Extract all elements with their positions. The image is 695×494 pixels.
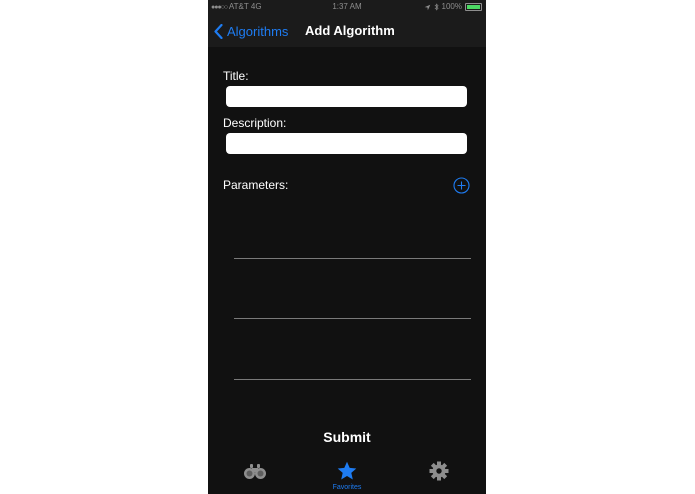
plus-circle-icon: [453, 177, 470, 194]
add-parameter-button[interactable]: [453, 177, 470, 194]
back-button[interactable]: Algorithms: [214, 21, 288, 41]
location-icon: [424, 4, 430, 10]
status-bar: ●●●○○ AT&T 4G 1:37 AM 100%: [208, 0, 486, 14]
navigation-bar: Algorithms Add Algorithm: [208, 14, 486, 47]
chevron-left-icon: [214, 23, 223, 39]
star-icon: [337, 461, 357, 480]
tab-label: Favorites: [332, 484, 362, 491]
back-button-label: Algorithms: [227, 23, 289, 39]
battery-percent: 100%: [441, 2, 462, 11]
status-right: 100%: [424, 0, 482, 14]
binoculars-icon: [244, 464, 266, 479]
phone-screen: ●●●○○ AT&T 4G 1:37 AM 100% Algorithms Ad…: [208, 0, 486, 494]
battery-icon: [465, 3, 482, 11]
bluetooth-icon: [434, 3, 439, 11]
tab-browse[interactable]: [220, 455, 290, 494]
parameter-row-divider: [234, 258, 471, 259]
parameter-row-divider: [234, 379, 471, 380]
page-title: Add Algorithm: [305, 23, 395, 38]
tab-settings[interactable]: [404, 455, 474, 494]
tab-favorites[interactable]: Favorites: [312, 455, 382, 494]
title-label: Title:: [223, 69, 249, 83]
parameter-row-divider: [234, 318, 471, 319]
title-input[interactable]: [226, 86, 467, 107]
submit-button[interactable]: Submit: [208, 426, 486, 448]
description-label: Description:: [223, 116, 287, 130]
parameters-label: Parameters:: [223, 178, 289, 192]
gear-icon: [429, 461, 449, 481]
tab-bar: Favorites: [208, 455, 486, 494]
description-input[interactable]: [226, 133, 467, 154]
